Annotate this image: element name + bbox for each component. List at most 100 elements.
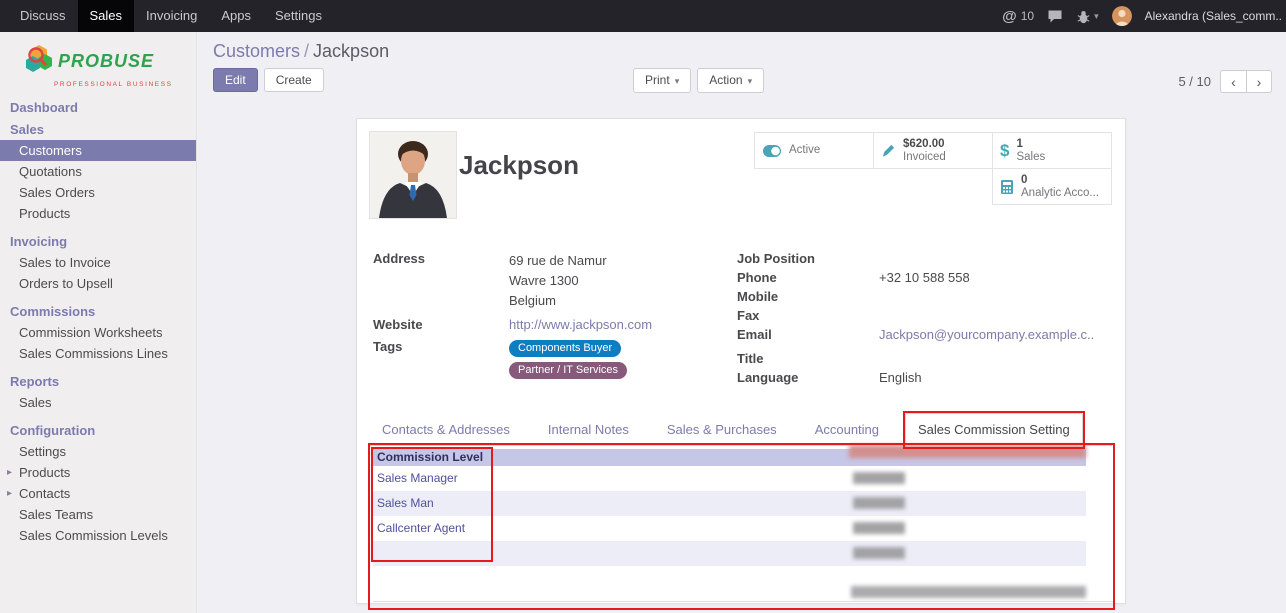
- empty-row-separator: [373, 601, 1114, 602]
- print-dropdown[interactable]: Print: [633, 68, 691, 93]
- tab-accounting[interactable]: Accounting: [803, 414, 891, 445]
- sidebar: PROBUSE PROFESSIONAL BUSINESS Dashboard …: [0, 32, 197, 613]
- website-field: Website http://www.jackpson.com: [373, 317, 721, 332]
- field-group-left: Address 69 rue de Namur Wavre 1300 Belgi…: [373, 251, 721, 385]
- phone-value: +32 10 588 558: [879, 270, 970, 286]
- redacted-header-value: [849, 445, 1086, 458]
- mentions-counter[interactable]: @ 10: [1002, 8, 1034, 25]
- mobile-label: Mobile: [737, 289, 879, 305]
- sidebar-section-sales: Sales Customers Quotations Sales Orders …: [0, 118, 196, 224]
- app-menu: Discuss Sales Invoicing Apps Settings: [0, 0, 334, 32]
- sidebar-item-commissions[interactable]: Commissions: [0, 300, 196, 322]
- sidebar-item-quotations[interactable]: Quotations: [0, 161, 196, 182]
- messages-icon[interactable]: [1047, 9, 1063, 24]
- table-row-empty[interactable]: [373, 566, 1086, 584]
- tab-sales-purchases[interactable]: Sales & Purchases: [655, 414, 789, 445]
- email-label: Email: [737, 327, 879, 343]
- address-line-3: Belgium: [509, 291, 607, 311]
- table-row-empty[interactable]: [373, 541, 1086, 566]
- address-label: Address: [373, 251, 509, 311]
- menu-invoicing[interactable]: Invoicing: [134, 0, 209, 32]
- sidebar-item-commission-worksheets[interactable]: Commission Worksheets: [0, 322, 196, 343]
- sidebar-item-config-products[interactable]: Products: [0, 462, 196, 483]
- main-content: Customers/Jackpson Edit Create Print Act…: [197, 32, 1286, 613]
- sidebar-item-sales-to-invoice[interactable]: Sales to Invoice: [0, 252, 196, 273]
- menu-apps[interactable]: Apps: [209, 0, 263, 32]
- redacted-value: [853, 547, 905, 559]
- breadcrumb-customers[interactable]: Customers: [213, 41, 300, 61]
- customer-photo: [369, 131, 457, 219]
- sidebar-item-configuration[interactable]: Configuration: [0, 419, 196, 441]
- job-position-field: Job Position: [737, 251, 1113, 267]
- edit-button[interactable]: Edit: [213, 68, 258, 92]
- user-menu[interactable]: Alexandra (Sales_comm..: [1145, 9, 1282, 23]
- chevron-down-icon: ▾: [1094, 11, 1099, 22]
- action-dropdown[interactable]: Action: [697, 68, 764, 93]
- row-label: Callcenter Agent: [377, 521, 465, 535]
- sidebar-item-dashboard[interactable]: Dashboard: [0, 96, 196, 118]
- tags-label: Tags: [373, 339, 509, 379]
- sidebar-item-sales-teams[interactable]: Sales Teams: [0, 504, 196, 525]
- logo-icon: [24, 44, 54, 79]
- sidebar-item-sales[interactable]: Sales: [0, 118, 196, 140]
- table-row-sales-manager[interactable]: Sales Manager: [373, 466, 1086, 491]
- brand-name: PROBUSE: [58, 51, 154, 72]
- page-title: Jackpson: [459, 150, 579, 181]
- sidebar-section-reports: Reports Sales: [0, 370, 196, 413]
- mention-count: 10: [1021, 9, 1034, 23]
- menu-sales[interactable]: Sales: [78, 0, 135, 32]
- analytic-count-value: 0: [1021, 174, 1099, 187]
- invoiced-stat-button[interactable]: $620.00 Invoiced: [873, 132, 993, 169]
- systray: @ 10 ▾ Alexandra (Sales_comm..: [1002, 0, 1286, 32]
- analytic-accounts-stat-button[interactable]: 0 Analytic Acco...: [992, 168, 1112, 205]
- active-stat-button[interactable]: Active: [754, 132, 874, 169]
- address-line-2: Wavre 1300: [509, 271, 607, 291]
- table-row-callcenter-agent[interactable]: Callcenter Agent: [373, 516, 1086, 541]
- screen: Discuss Sales Invoicing Apps Settings @ …: [0, 0, 1286, 613]
- sidebar-item-customers[interactable]: Customers: [0, 140, 196, 161]
- tab-sales-commission-setting-label: Sales Commission Setting: [918, 422, 1070, 437]
- row-label: Sales Man: [377, 496, 434, 510]
- pager: 5 / 10 ‹ ›: [1178, 70, 1272, 93]
- menu-settings[interactable]: Settings: [263, 0, 334, 32]
- tab-internal-notes[interactable]: Internal Notes: [536, 414, 641, 445]
- email-link[interactable]: Jackpson@yourcompany.example.c..: [879, 327, 1094, 343]
- debug-icon[interactable]: ▾: [1076, 9, 1099, 24]
- sidebar-item-sales-commission-levels[interactable]: Sales Commission Levels: [0, 525, 196, 546]
- pager-next-button[interactable]: ›: [1246, 70, 1272, 93]
- sidebar-item-config-contacts[interactable]: Contacts: [0, 483, 196, 504]
- phone-field: Phone +32 10 588 558: [737, 270, 1113, 286]
- website-link[interactable]: http://www.jackpson.com: [509, 317, 652, 332]
- sales-stat-button[interactable]: $ 1 Sales: [992, 132, 1112, 169]
- sidebar-item-reports-sales[interactable]: Sales: [0, 392, 196, 413]
- empty-row-separator: [373, 609, 1114, 610]
- sidebar-item-sales-commissions-lines[interactable]: Sales Commissions Lines: [0, 343, 196, 364]
- sidebar-item-invoicing[interactable]: Invoicing: [0, 230, 196, 252]
- probuse-logo: PROBUSE PROFESSIONAL BUSINESS: [24, 44, 174, 88]
- language-value: English: [879, 370, 922, 386]
- commission-level-table: Commission Level Sales Manager Sales Man…: [373, 449, 1086, 600]
- job-position-label: Job Position: [737, 251, 879, 267]
- sidebar-item-reports[interactable]: Reports: [0, 370, 196, 392]
- sidebar-item-orders-to-upsell[interactable]: Orders to Upsell: [0, 273, 196, 294]
- sales-count-value: 1: [1016, 138, 1045, 151]
- invoiced-label: Invoiced: [903, 151, 946, 164]
- commission-level-column-header[interactable]: Commission Level: [373, 450, 483, 464]
- email-field: Email Jackpson@yourcompany.example.c..: [737, 327, 1113, 343]
- redacted-value: [853, 522, 905, 534]
- pager-previous-button[interactable]: ‹: [1220, 70, 1246, 93]
- tab-sales-commission-setting[interactable]: Sales Commission Setting: [905, 413, 1083, 446]
- sidebar-item-config-settings[interactable]: Settings: [0, 441, 196, 462]
- user-avatar[interactable]: [1112, 6, 1132, 26]
- menu-discuss[interactable]: Discuss: [8, 0, 78, 32]
- table-footer: [373, 584, 1086, 600]
- active-toggle-icon: [762, 144, 782, 158]
- mobile-field: Mobile: [737, 289, 1113, 305]
- sidebar-section-configuration: Configuration Settings Products Contacts…: [0, 419, 196, 546]
- tab-contacts-addresses[interactable]: Contacts & Addresses: [370, 414, 522, 445]
- sidebar-item-products[interactable]: Products: [0, 203, 196, 224]
- sidebar-section-dashboard: Dashboard: [0, 96, 196, 118]
- table-row-sales-man[interactable]: Sales Man: [373, 491, 1086, 516]
- create-button[interactable]: Create: [264, 68, 324, 92]
- sidebar-item-sales-orders[interactable]: Sales Orders: [0, 182, 196, 203]
